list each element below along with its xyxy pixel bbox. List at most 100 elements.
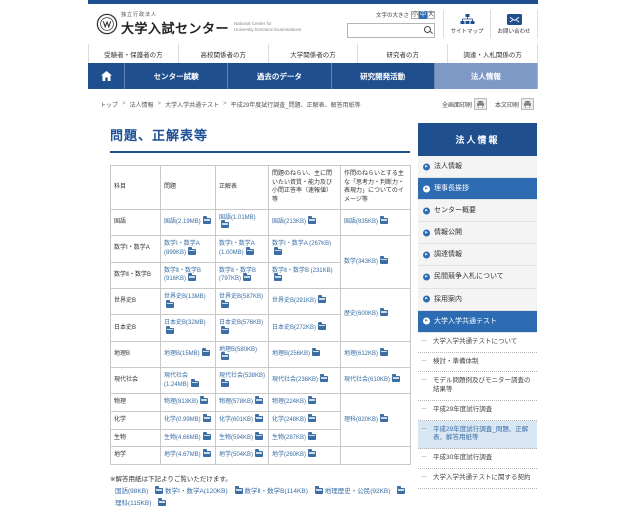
answer-sheet-link[interactable]: 理科(115KB) — [115, 500, 151, 507]
subject-cell: 数学Ⅱ・数学B — [111, 262, 161, 288]
file-link[interactable]: 生物(4.66MB) — [164, 435, 201, 441]
main-area: 問題、正解表等 科目問題正解表問題のねらい、主に問いたい資質・能力及び小問正答率… — [88, 119, 538, 511]
answer-sheet-links: 国語(98KB) 数学Ⅰ・数学A(120KB) 数学Ⅱ・数学B(114KB) 地… — [110, 486, 415, 511]
search-icon[interactable] — [424, 26, 432, 34]
file-link[interactable]: 地学(4.67MB) — [164, 452, 201, 458]
sidebar-subitem[interactable]: 検討・準備体制 — [418, 353, 537, 373]
file-link[interactable]: 現代社会(1.24MB) — [164, 373, 189, 388]
sidebar-subitem[interactable]: 平成30年度試行調査 — [418, 449, 537, 469]
title-divider — [110, 151, 410, 153]
file-folder-icon — [221, 328, 229, 334]
file-link[interactable]: 国語(835KB) — [344, 219, 378, 225]
file-folder-icon — [191, 381, 199, 387]
file-folder-icon — [315, 488, 323, 494]
breadcrumb-item: 平成29年度試行調査_問題、正解表、解答用紙等 — [231, 100, 361, 109]
font-size-buttons: 小中大 — [411, 10, 435, 20]
file-folder-icon — [203, 218, 211, 224]
file-link[interactable]: 現代社会(236KB) — [272, 377, 318, 383]
file-link[interactable]: 物理(578KB) — [219, 399, 253, 405]
breadcrumb-item[interactable]: トップ — [100, 100, 118, 109]
table-row: 現代社会現代社会(1.24MB)現代社会(538KB)現代社会(236KB)現代… — [111, 368, 411, 394]
sidebar-subitem[interactable]: 大学入学共通テストに関する契約 — [418, 469, 537, 489]
file-link[interactable]: 地理(612KB) — [344, 351, 378, 357]
contact-button[interactable]: お問い合わせ — [490, 10, 538, 38]
file-folder-icon — [380, 258, 388, 264]
print-fullpage-button[interactable]: 全画面印刷 — [442, 98, 487, 110]
search-input[interactable] — [349, 25, 423, 36]
file-folder-icon — [312, 350, 320, 356]
arrow-bullet-icon — [423, 163, 430, 170]
breadcrumb-separator: > — [223, 101, 227, 107]
main-nav-tab[interactable]: 法人情報 — [435, 63, 538, 89]
sidebar-item[interactable]: 採用案内 — [418, 289, 537, 311]
file-link[interactable]: 物理(813KB) — [164, 399, 198, 405]
sidebar-subitem[interactable]: 平成29年度試行調査 — [418, 401, 537, 421]
file-link[interactable]: 日本史B(576KB) — [219, 320, 263, 326]
answer-sheet-link[interactable]: 数学Ⅱ・数学B(114KB) — [244, 488, 307, 495]
org-name: 大学入試センター — [121, 18, 229, 37]
file-folder-icon — [255, 451, 263, 457]
answer-sheet-link[interactable]: 地理歴史・公民(92KB) — [325, 488, 391, 495]
file-link[interactable]: 現代社会(610KB) — [344, 377, 390, 383]
audience-nav-item[interactable]: 研究者の方 — [357, 44, 447, 63]
file-link[interactable]: 世界史B(13MB) — [164, 294, 206, 300]
file-link[interactable]: 国語(213KB) — [272, 219, 306, 225]
font-size-button[interactable]: 中 — [419, 11, 427, 19]
sidebar-item-label: 法人情報 — [434, 163, 462, 170]
main-nav-tab[interactable]: センター試験 — [125, 63, 228, 89]
file-link[interactable]: 地学(504KB) — [219, 452, 253, 458]
file-link[interactable]: 化学(248KB) — [272, 417, 306, 423]
file-cell: 現代社会(236KB) — [269, 368, 341, 394]
site-logo[interactable]: 独立行政法人 大学入試センター National Center for Univ… — [96, 11, 301, 37]
file-link[interactable]: 世界史B(291KB) — [272, 298, 316, 304]
file-link[interactable]: 数学Ⅰ・数学A (267KB) — [272, 241, 331, 247]
home-button[interactable] — [88, 63, 125, 89]
sidebar-item[interactable]: 大学入学共通テスト — [418, 311, 537, 333]
file-link[interactable]: 理科(820KB) — [344, 417, 378, 423]
file-link[interactable]: 生物(594KB) — [219, 435, 253, 441]
print-body-button[interactable]: 本文印刷 — [495, 98, 534, 110]
file-link[interactable]: 現代社会(538KB) — [219, 373, 265, 379]
main-nav-tab[interactable]: 研究開発活動 — [332, 63, 435, 89]
file-link[interactable]: 歴史(600KB) — [344, 311, 378, 317]
sidebar-item[interactable]: 理事長挨拶 — [418, 178, 537, 200]
answer-sheet-link[interactable]: 数学Ⅰ・数学A(120KB) — [165, 488, 228, 495]
file-link[interactable]: 生物(287KB) — [272, 435, 306, 441]
audience-nav-item[interactable]: 高校関係者の方 — [178, 44, 268, 63]
answer-sheet-link[interactable]: 国語(98KB) — [115, 488, 148, 495]
sidebar-item[interactable]: 調達情報 — [418, 244, 537, 266]
sidebar-subitem[interactable]: 大学入学共通テストについて — [418, 333, 537, 353]
file-link[interactable]: 化学(0.99MB) — [164, 417, 201, 423]
file-link[interactable]: 世界史B(587KB) — [219, 294, 263, 300]
sidebar-item[interactable]: センター概要 — [418, 200, 537, 222]
sidebar-item[interactable]: 情報公開 — [418, 222, 537, 244]
size-and-search: 文字の大きさ 小中大 — [347, 10, 435, 38]
file-link[interactable]: 数学(343KB) — [344, 259, 378, 265]
file-link[interactable]: 数学Ⅱ・数学B (231KB) — [272, 268, 333, 274]
font-size-button[interactable]: 小 — [411, 11, 419, 19]
main-nav-tab[interactable]: 過去のデータ — [228, 63, 331, 89]
file-link[interactable]: 日本史B(32MB) — [164, 320, 206, 326]
main-nav-tabs: センター試験過去のデータ研究開発活動法人情報 — [125, 63, 538, 89]
sidebar-subitem[interactable]: モデル問題例及びモニター調査の結果等 — [418, 372, 537, 401]
sidebar-item[interactable]: 民間競争入札について — [418, 266, 537, 288]
file-link[interactable]: 化学(601KB) — [219, 417, 253, 423]
sidebar-item[interactable]: 法人情報 — [418, 156, 537, 178]
file-link[interactable]: 地理B(256KB) — [272, 351, 310, 357]
page-wrapper: 独立行政法人 大学入試センター National Center for Univ… — [88, 0, 538, 426]
audience-nav-item[interactable]: 大学関係者の方 — [268, 44, 358, 63]
sitemap-button[interactable]: サイトマップ — [443, 10, 490, 38]
file-link[interactable]: 国語(2.19MB) — [164, 219, 201, 225]
breadcrumb-item[interactable]: 大学入学共通テスト — [165, 100, 219, 109]
file-folder-icon — [246, 249, 254, 255]
font-size-control: 文字の大きさ 小中大 — [376, 10, 435, 20]
file-link[interactable]: 物理(224KB) — [272, 399, 306, 405]
file-link[interactable]: 地理B(15MB) — [164, 351, 200, 357]
breadcrumb-item[interactable]: 法人情報 — [130, 100, 154, 109]
file-link[interactable]: 地学(260KB) — [272, 452, 306, 458]
audience-nav-item[interactable]: 調達・入札関係の方 — [447, 44, 538, 63]
font-size-button[interactable]: 大 — [427, 11, 435, 19]
sidebar-subitem[interactable]: 平成29年度試行調査_問題、正解表、解答用紙等 — [418, 421, 537, 450]
audience-nav-item[interactable]: 受験者・保護者の方 — [88, 44, 178, 63]
file-link[interactable]: 日本史B(272KB) — [272, 325, 316, 331]
